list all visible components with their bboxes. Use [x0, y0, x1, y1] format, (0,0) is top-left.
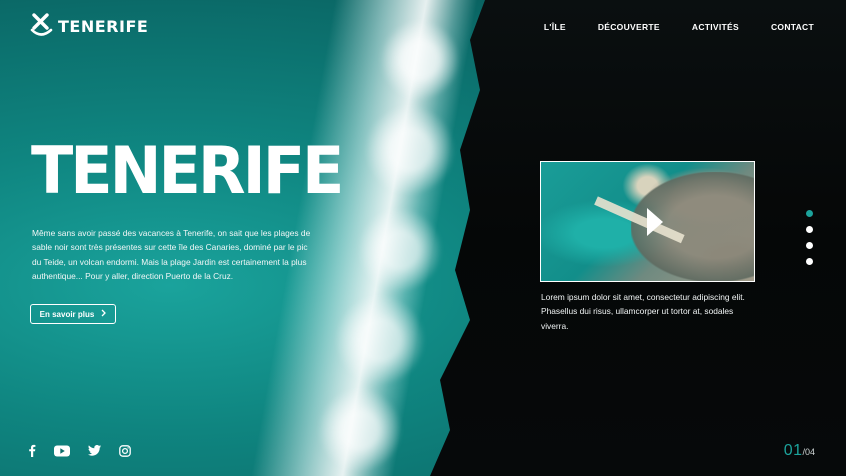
instagram-icon[interactable]: [119, 444, 131, 457]
youtube-icon[interactable]: [54, 445, 70, 457]
slide-pager: [806, 210, 813, 265]
play-icon[interactable]: [647, 208, 663, 236]
nav-item-activites[interactable]: ACTIVITÉS: [692, 22, 739, 32]
slide-counter-current: 01: [783, 442, 803, 459]
nav-item-contact[interactable]: CONTACT: [771, 22, 814, 32]
slide-counter-total: /04: [802, 447, 815, 457]
pager-dot-1[interactable]: [806, 210, 813, 217]
chevron-right-icon: [101, 309, 107, 319]
hero-description: Même sans avoir passé des vacances à Ten…: [32, 228, 311, 282]
brand-name: TENERIFE: [58, 16, 149, 36]
learn-more-label: En savoir plus: [39, 309, 95, 319]
nav-item-ile[interactable]: L'ÎLE: [544, 22, 566, 32]
pager-dot-4[interactable]: [806, 258, 813, 265]
twitter-icon[interactable]: [88, 445, 101, 456]
pager-dot-3[interactable]: [806, 242, 813, 249]
nav-item-decouverte[interactable]: DÉCOUVERTE: [598, 22, 660, 32]
slide-counter: 01 /04: [784, 442, 815, 460]
main-nav: L'ÎLE DÉCOUVERTE ACTIVITÉS CONTACT: [544, 22, 814, 32]
video-thumbnail[interactable]: [540, 161, 755, 282]
site-logo[interactable]: TENERIFE: [30, 13, 148, 39]
video-caption: Lorem ipsum dolor sit amet, consectetur …: [541, 292, 745, 331]
x-smile-logo-icon: [30, 13, 54, 39]
pager-dot-2[interactable]: [806, 226, 813, 233]
hero-title: TENERIFE: [31, 132, 344, 209]
learn-more-button[interactable]: En savoir plus: [30, 304, 116, 324]
facebook-icon[interactable]: [28, 444, 36, 457]
social-links: [28, 444, 131, 457]
